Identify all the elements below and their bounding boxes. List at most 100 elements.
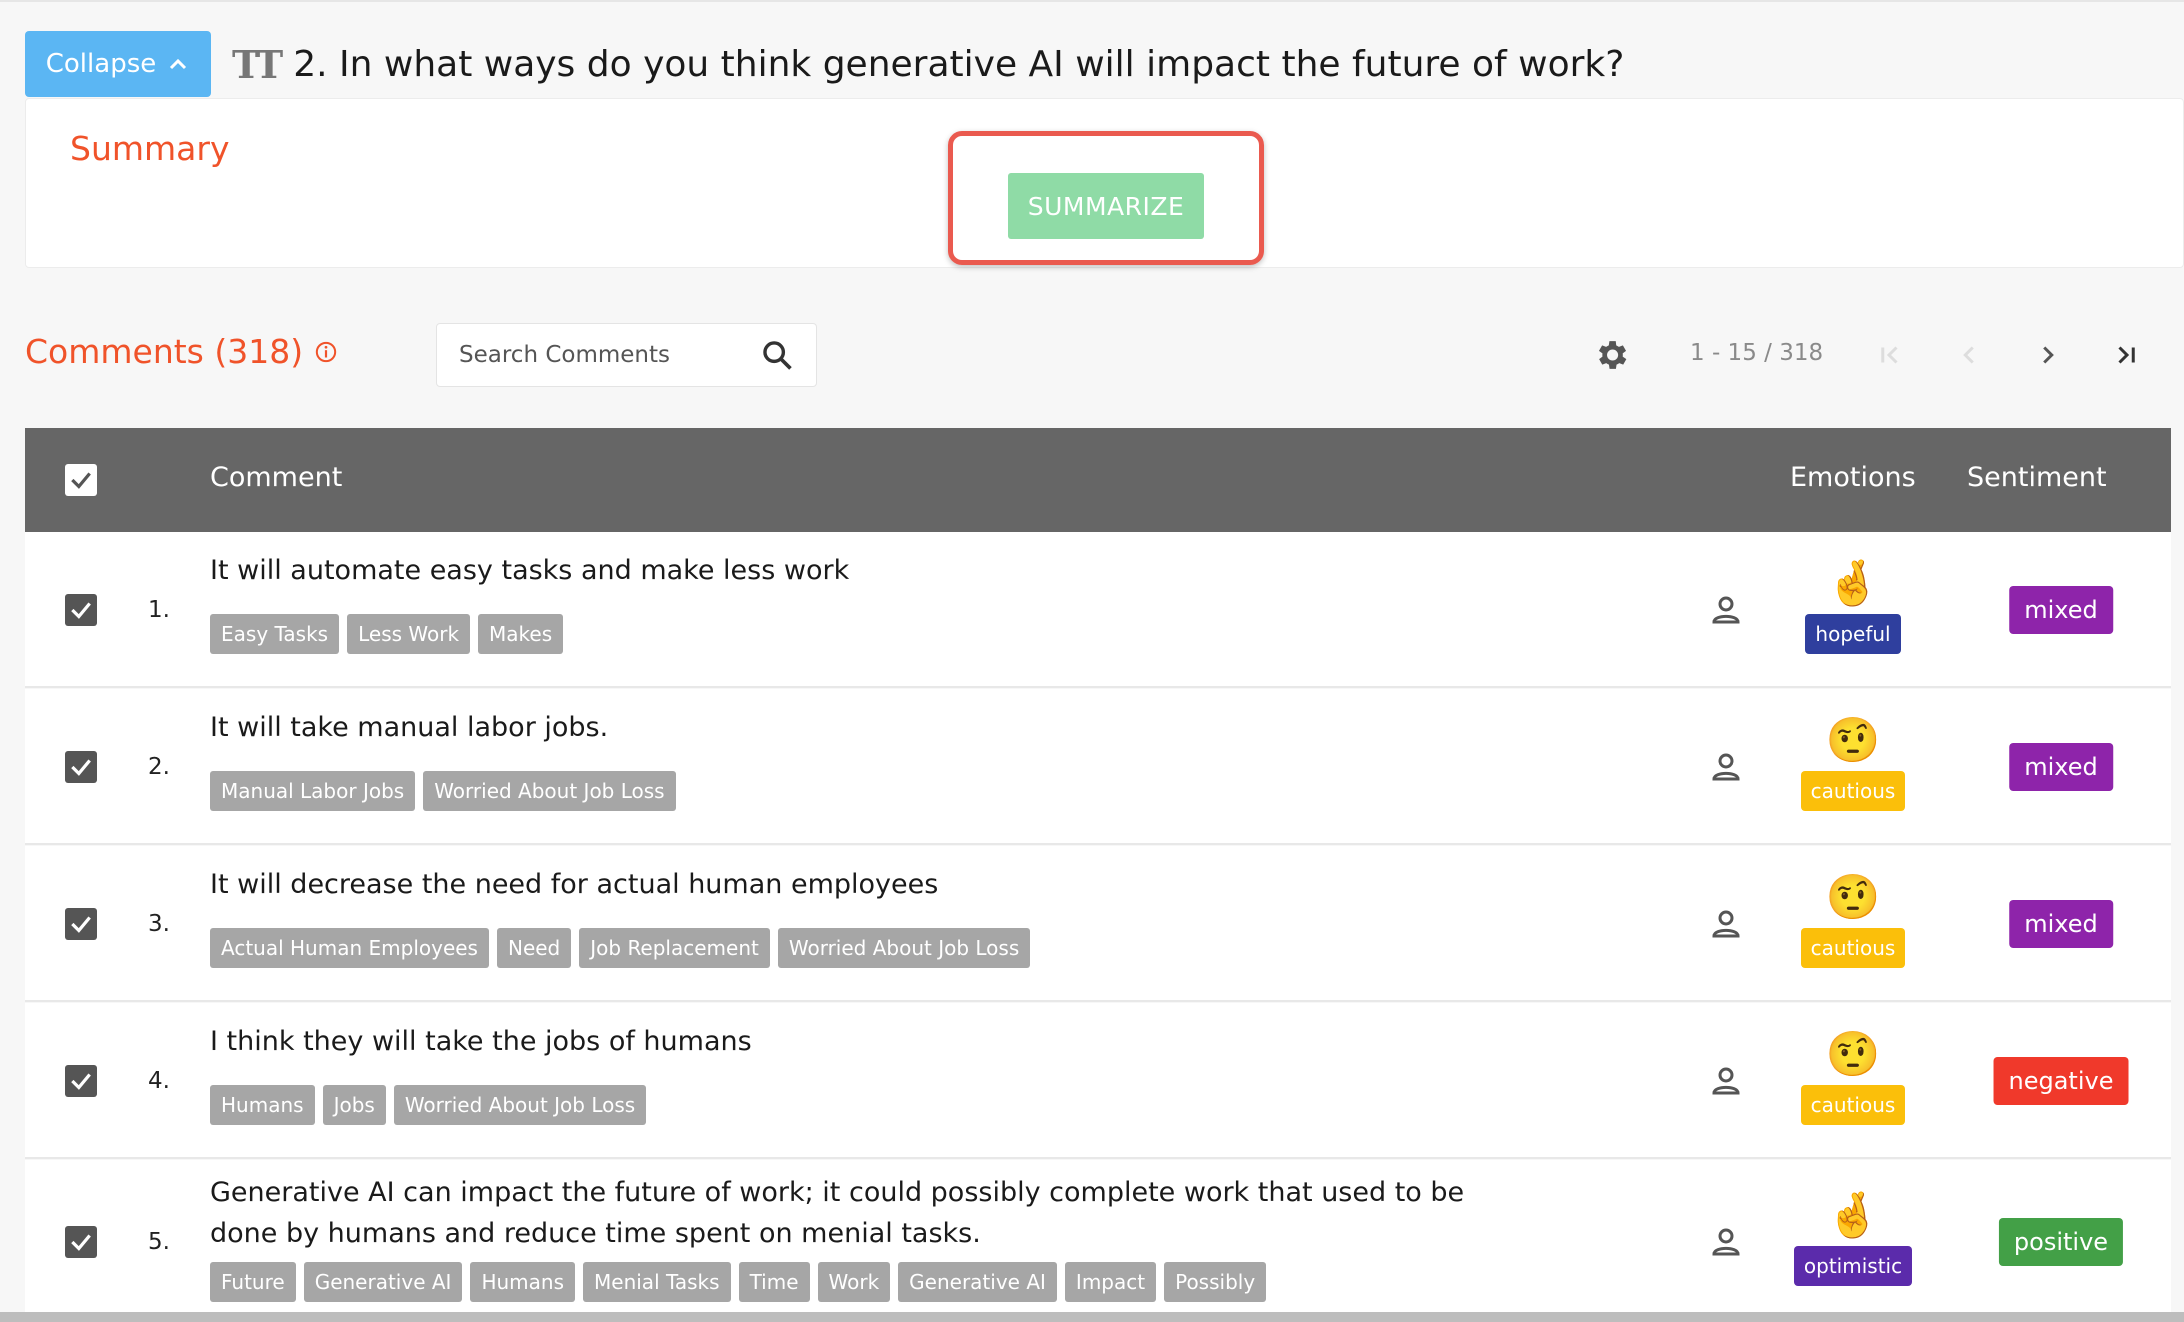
row-checkbox[interactable] [65, 751, 97, 783]
person-icon[interactable] [1708, 906, 1744, 942]
comments-title-text: Comments (318) [25, 332, 304, 371]
comment-text: It will take manual labor jobs. [210, 712, 609, 743]
topic-tag[interactable]: Menial Tasks [583, 1262, 731, 1302]
emotion-badge[interactable]: cautious [1800, 928, 1906, 968]
topic-tag[interactable]: Generative AI [898, 1262, 1057, 1302]
sentiment-badge[interactable]: negative [1993, 1057, 2129, 1105]
topic-tag[interactable]: Job Replacement [579, 928, 770, 968]
last-page-button[interactable] [2108, 336, 2146, 374]
check-icon [71, 916, 91, 933]
topic-tag[interactable]: Manual Labor Jobs [210, 771, 416, 811]
row-number: 4. [148, 1068, 170, 1094]
next-page-button[interactable] [2029, 336, 2067, 374]
tag-list: Humans Jobs Worried About Job Loss [210, 1085, 647, 1125]
table-row[interactable]: 2. It will take manual labor jobs. Manual … [25, 689, 2171, 845]
topic-tag[interactable]: Humans [470, 1262, 576, 1302]
sentiment-badge[interactable]: mixed [2009, 900, 2113, 948]
row-checkbox[interactable] [65, 594, 97, 626]
topic-tag[interactable]: Work [817, 1262, 891, 1302]
topic-tag[interactable]: Actual Human Employees [210, 928, 489, 968]
row-number: 1. [148, 597, 170, 623]
tag-list: Future Generative AI Humans Menial Tasks Tim… [210, 1262, 1267, 1302]
emotion-cell: 🤞 hopeful [1783, 556, 1923, 654]
table-row[interactable]: 1. It will automate easy tasks and make l… [25, 532, 2171, 688]
select-all-checkbox[interactable] [65, 464, 97, 496]
chevron-left-icon [1963, 346, 1974, 364]
bottom-scrollbar[interactable] [0, 1312, 2184, 1322]
row-checkbox[interactable] [65, 908, 97, 940]
summarize-button[interactable]: SUMMARIZE [1008, 173, 1204, 239]
summary-card: Summary SUMMARIZE [25, 98, 2184, 268]
sentiment-badge[interactable]: mixed [2009, 586, 2113, 634]
raised-eyebrow-face-icon: 🤨 [1825, 716, 1881, 765]
tag-list: Actual Human Employees Need Job Replacemen… [210, 928, 1031, 968]
tag-list: Manual Labor Jobs Worried About Job Loss [210, 771, 676, 811]
person-icon[interactable] [1708, 749, 1744, 785]
comment-text: Generative AI can impact the future of w… [210, 1177, 1465, 1249]
tag-list: Easy Tasks Less Work Makes [210, 614, 564, 654]
emotion-badge[interactable]: cautious [1800, 1085, 1906, 1125]
sentiment-badge[interactable]: mixed [2009, 743, 2113, 791]
emotion-cell: 🤞 optimistic [1783, 1188, 1923, 1286]
emotion-cell: 🤨 cautious [1783, 870, 1923, 968]
row-number: 5. [148, 1229, 170, 1255]
person-icon[interactable] [1708, 592, 1744, 628]
comment-text: I think they will take the jobs of human… [210, 1026, 752, 1057]
emotion-badge[interactable]: hopeful [1805, 614, 1901, 654]
topic-tag[interactable]: Easy Tasks [210, 614, 340, 654]
topic-tag[interactable]: Less Work [347, 614, 471, 654]
topic-tag[interactable]: Time [738, 1262, 810, 1302]
topic-tag[interactable]: Worried About Job Loss [777, 928, 1031, 968]
topic-tag[interactable]: Humans [210, 1085, 315, 1125]
row-checkbox[interactable] [65, 1065, 97, 1097]
check-icon [71, 472, 91, 489]
emotions-column-header[interactable]: Emotions [1790, 462, 1916, 493]
chevron-right-icon [2043, 346, 2054, 364]
table-row[interactable]: 4. I think they will take the jobs of hum… [25, 1003, 2171, 1159]
person-icon[interactable] [1708, 1063, 1744, 1099]
crossed-fingers-icon: 🤞 [1825, 559, 1881, 608]
emotion-badge[interactable]: cautious [1800, 771, 1906, 811]
search-icon[interactable] [760, 338, 794, 372]
topic-tag[interactable]: Worried About Job Loss [423, 771, 676, 811]
table-row[interactable]: 3. It will decrease the need for actual h… [25, 846, 2171, 1002]
topic-tag[interactable]: Jobs [322, 1085, 386, 1125]
comment-text: It will automate easy tasks and make les… [210, 555, 850, 586]
raised-eyebrow-face-icon: 🤨 [1825, 873, 1881, 922]
comment-column-header[interactable]: Comment [210, 462, 342, 493]
topic-tag[interactable]: Worried About Job Loss [393, 1085, 647, 1125]
prev-page-button[interactable] [1950, 336, 1988, 374]
sentiment-column-header[interactable]: Sentiment [1967, 462, 2107, 493]
topic-tag[interactable]: Future [210, 1262, 296, 1302]
row-checkbox[interactable] [65, 1226, 97, 1258]
summary-title: Summary [70, 129, 230, 168]
topic-tag[interactable]: Possibly [1164, 1262, 1267, 1302]
comment-text: It will decrease the need for actual hum… [210, 869, 939, 900]
topic-tag[interactable]: Impact [1064, 1262, 1157, 1302]
search-comments[interactable] [436, 323, 817, 387]
sentiment-badge[interactable]: positive [1998, 1218, 2124, 1266]
emotion-badge[interactable]: optimistic [1793, 1246, 1913, 1286]
chevron-up-icon [170, 58, 187, 70]
raised-eyebrow-face-icon: 🤨 [1825, 1030, 1881, 1079]
gear-icon[interactable] [1592, 336, 1630, 374]
question-title: 2. In what ways do you think generative … [293, 43, 1625, 85]
table-row[interactable]: 5. Generative AI can impact the future of… [25, 1160, 2171, 1322]
first-page-icon [1881, 346, 1898, 364]
person-icon[interactable] [1708, 1224, 1744, 1260]
check-icon [71, 1073, 91, 1090]
search-input[interactable] [459, 342, 760, 368]
topic-tag[interactable]: Need [496, 928, 572, 968]
collapse-label: Collapse [45, 49, 157, 79]
top-divider [0, 0, 2184, 2]
topic-tag[interactable]: Makes [478, 614, 564, 654]
pagination-range: 1 - 15 / 318 [1690, 340, 1824, 366]
info-icon[interactable] [315, 341, 337, 363]
text-type-icon: TT [232, 41, 283, 87]
row-number: 2. [148, 754, 170, 780]
collapse-button[interactable]: Collapse [25, 31, 211, 97]
emotion-cell: 🤨 cautious [1783, 713, 1923, 811]
first-page-button[interactable] [1870, 336, 1908, 374]
check-icon [71, 759, 91, 776]
topic-tag[interactable]: Generative AI [303, 1262, 463, 1302]
